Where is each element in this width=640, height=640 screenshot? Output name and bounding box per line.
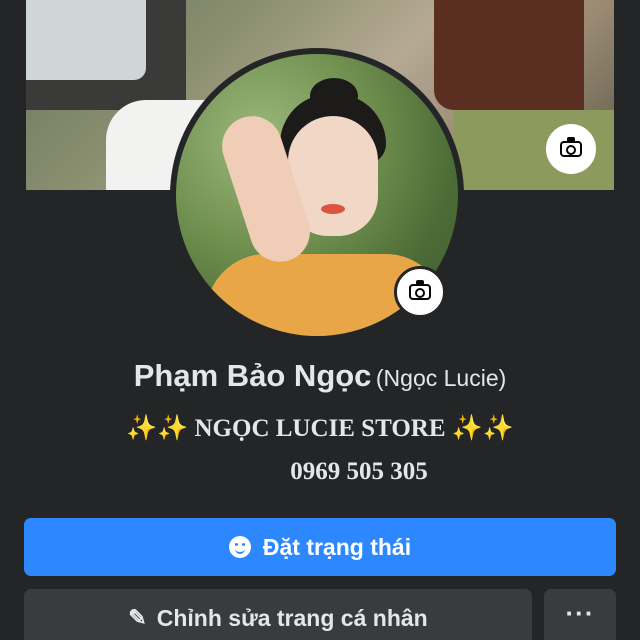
sparkles-icon: ✨✨	[451, 415, 515, 442]
set-status-label: Đặt trạng thái	[262, 533, 412, 560]
cover-decor	[26, 0, 146, 80]
profile-name: Phạm Bảo Ngọc	[133, 358, 372, 393]
sparkles-icon: ✨✨	[125, 415, 189, 442]
profile-name-row: Phạm Bảo Ngọc (Ngọc Lucie)	[0, 358, 640, 394]
set-status-button[interactable]: Đặt trạng thái	[24, 518, 616, 576]
pencil-icon: ✎	[128, 605, 147, 630]
profile-alternate-name: (Ngọc Lucie)	[375, 365, 507, 391]
avatar-decor	[310, 78, 358, 114]
more-dots-icon: ···	[565, 598, 595, 628]
avatar-decor	[321, 204, 345, 214]
cover-decor	[434, 0, 584, 110]
edit-cover-photo-button[interactable]	[546, 124, 596, 174]
camera-icon	[560, 137, 582, 157]
bio-store-name: NGỌC LUCIE STORE	[194, 415, 446, 442]
more-options-button[interactable]: ···	[544, 589, 616, 640]
camera-icon	[409, 280, 431, 300]
edit-profile-label: Chỉnh sửa trang cá nhân	[156, 604, 428, 631]
edit-profile-picture-button[interactable]	[394, 266, 446, 318]
profile-bio-line-1: ✨✨ NGỌC LUCIE STORE ✨✨	[0, 414, 640, 443]
profile-bio-line-2: 0969 505 305	[290, 458, 428, 485]
edit-profile-button[interactable]: ✎ Chỉnh sửa trang cá nhân	[24, 589, 532, 640]
smile-icon	[228, 536, 251, 558]
